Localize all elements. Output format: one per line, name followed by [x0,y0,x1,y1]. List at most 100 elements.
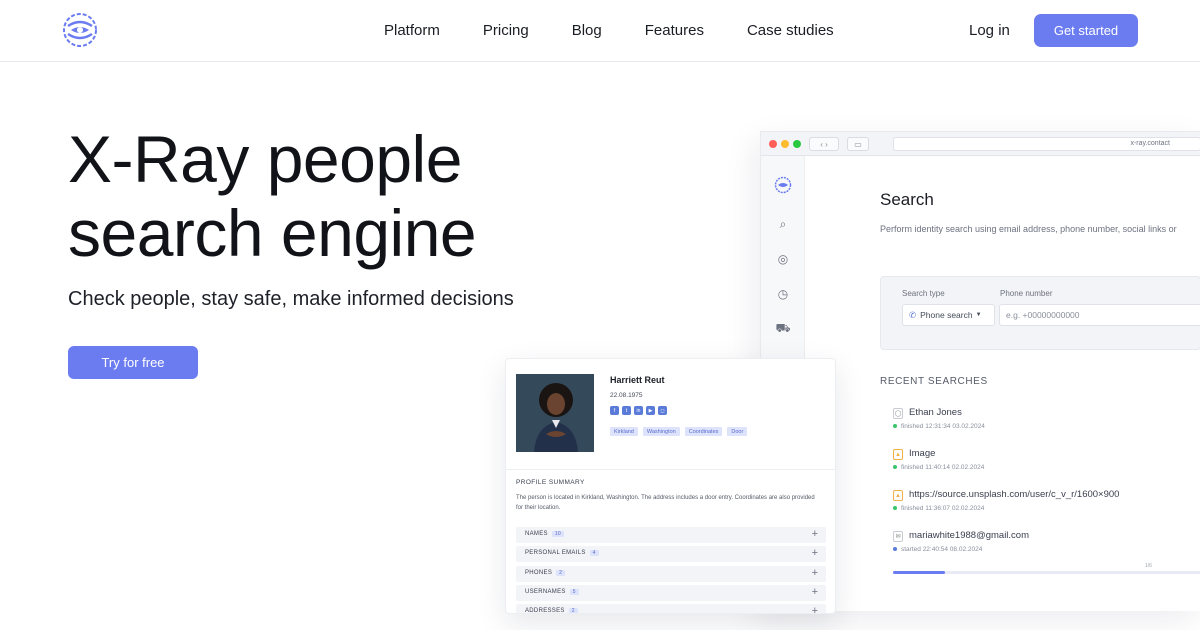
nav-link-blog[interactable]: Blog [572,22,602,39]
hero-title-line1: X-Ray people [68,122,462,196]
status-text: finished [901,464,924,471]
status-text: finished [901,505,924,512]
accordion-row-names[interactable]: NAMES 10 + [516,527,826,543]
tag-chip[interactable]: Kirkland [610,427,638,436]
url-bar: x-ray.contact [893,137,1200,151]
image-icon: ▲ [893,449,903,460]
recent-search-name: https://source.unsplash.com/user/c_v_r/1… [909,489,1120,500]
status-time: 12:31:34 03.02.2024 [925,423,985,430]
close-dot-icon [769,140,777,148]
search-description: Perform identity search using email addr… [880,224,1177,234]
profile-dob: 22.08.1975 [610,392,643,399]
phone-icon: ✆ [909,309,917,320]
plus-icon[interactable]: + [812,586,818,598]
status-dot-icon [893,465,897,470]
accordion-label: ADDRESSES 2 [525,608,578,614]
person-icon: ◯ [893,408,903,419]
profile-summary-heading: PROFILE SUMMARY [516,479,585,486]
twitter-icon[interactable]: t [622,406,631,415]
search-progress-bar [893,571,1200,574]
chevron-down-icon: ▼ [975,312,982,318]
location-tags: Kirkland Washington Coordinates Door [610,427,748,436]
section-label: PHONES [525,570,553,576]
sidebar-toggle-icon: ▭ [847,137,869,151]
back-forward-icon: ‹ › [809,137,839,151]
plus-icon[interactable]: + [812,605,818,613]
search-type-select[interactable]: ✆ Phone search ▼ [902,304,995,326]
recent-search-status: finished 11:36:07 02.02.2024 [893,505,984,512]
accordion-label: USERNAMES 5 [525,589,579,595]
nav-link-features[interactable]: Features [645,22,704,39]
tag-chip[interactable]: Door [727,427,748,436]
count-badge: 4 [589,550,599,556]
accordion-label: NAMES 10 [525,531,565,537]
recent-search-status: finished 12:31:34 03.02.2024 [893,423,985,430]
status-text: started [901,546,921,553]
plus-icon[interactable]: + [812,567,818,579]
accordion-label: PHONES 2 [525,570,566,576]
accordion-label: PERSONAL EMAILS 4 [525,550,599,556]
youtube-icon[interactable]: ▶ [646,406,655,415]
recent-search-name: Image [909,448,936,459]
status-time: 11:40:14 02.02.2024 [925,464,985,471]
top-nav: Platform Pricing Blog Features Case stud… [0,0,1200,62]
accordion-row-usernames[interactable]: USERNAMES 5 + [516,585,826,601]
nav-link-pricing[interactable]: Pricing [483,22,529,39]
count-badge: 2 [556,570,566,576]
status-text: finished [901,423,924,430]
person-photo-icon [516,374,594,452]
profile-summary-text: The person is located in Kirkland, Washi… [516,495,815,511]
maximize-dot-icon [793,140,801,148]
instagram-icon[interactable]: ◻ [658,406,667,415]
count-badge: 5 [569,589,579,595]
status-dot-icon [893,506,897,511]
plus-icon[interactable]: + [812,528,818,540]
recent-search-name: Ethan Jones [909,407,962,418]
plus-icon[interactable]: + [812,547,818,559]
section-label: USERNAMES [525,589,566,595]
tag-chip[interactable]: Coordinates [684,427,723,436]
binoculars-icon: ◎ [777,252,789,266]
count-badge: 10 [551,531,565,537]
facebook-icon[interactable]: f [610,406,619,415]
accordion-row-phones[interactable]: PHONES 2 + [516,566,826,582]
accordion-row-addresses[interactable]: ADDRESSES 2 + [516,604,826,614]
search-heading: Search [880,190,934,209]
history-icon: ◷ [777,287,789,301]
get-started-button[interactable]: Get started [1034,14,1138,47]
login-link[interactable]: Log in [969,22,1010,39]
search-icon: ⌕ [779,216,787,231]
count-badge: 2 [568,608,578,613]
nav-link-platform[interactable]: Platform [384,22,440,39]
app-logo-icon [774,176,792,194]
status-dot-icon [893,424,897,429]
status-time: 11:36:07 02.02.2024 [925,505,985,512]
recent-search-name: mariawhite1988@gmail.com [909,530,1029,541]
minimize-dot-icon [781,140,789,148]
section-label: ADDRESSES [525,608,565,614]
phone-number-label: Phone number [1000,289,1053,298]
image-icon: ▲ [893,490,903,501]
tag-chip[interactable]: Washington [642,427,680,436]
section-label: PERSONAL EMAILS [525,550,586,556]
browser-chrome: ‹ › ▭ x-ray.contact [761,132,1200,156]
search-type-value: Phone search [920,310,973,320]
mail-icon: ✉ [893,531,903,542]
status-time: 22:40:54 08.02.2024 [922,546,983,553]
accordion-row-personal-emails[interactable]: PERSONAL EMAILS 4 + [516,546,826,562]
search-panel: Search type Phone number ✆ Phone search … [880,276,1200,350]
social-links: f t in ▶ ◻ [610,406,667,415]
logo-icon[interactable] [62,12,98,48]
status-dot-icon [893,547,897,552]
progress-label: 1/6 [1145,563,1152,569]
try-for-free-button[interactable]: Try for free [68,346,198,379]
recent-searches-heading: RECENT SEARCHES [880,376,988,387]
linkedin-icon[interactable]: in [634,406,643,415]
nav-link-case-studies[interactable]: Case studies [747,22,834,39]
hero-subtitle: Check people, stay safe, make informed d… [68,288,514,310]
phone-number-input[interactable]: e.g. +00000000000 [999,304,1200,326]
recent-search-status: started 22:40:54 08.02.2024 [893,546,982,553]
section-label: NAMES [525,531,548,537]
nav-links: Platform Pricing Blog Features Case stud… [384,22,877,39]
recent-search-status: finished 11:40:14 02.02.2024 [893,464,984,471]
